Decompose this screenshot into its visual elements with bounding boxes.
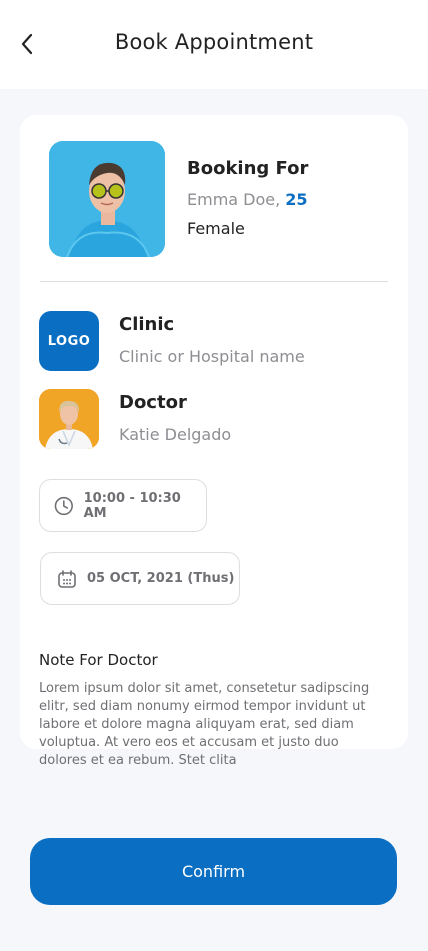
patient-avatar — [49, 141, 165, 257]
patient-gender: Female — [187, 219, 245, 238]
patient-name: Emma Doe, 25 — [187, 190, 308, 209]
doctor-avatar — [39, 389, 99, 449]
doctor-label: Doctor — [119, 392, 187, 413]
time-slot-chip[interactable]: 10:00 - 10:30 AM — [39, 479, 207, 532]
clock-icon — [54, 496, 73, 515]
app-header: Book Appointment — [0, 0, 428, 89]
patient-name-text: Emma Doe, — [187, 190, 286, 209]
doctor-name: Katie Delgado — [119, 425, 232, 444]
note-text: Lorem ipsum dolor sit amet, consetetur s… — [39, 681, 370, 768]
note-label: Note For Doctor — [39, 651, 158, 669]
booking-for-label: Booking For — [187, 158, 309, 179]
divider — [40, 281, 388, 282]
date-text: 05 OCT, 2021 (Thus) — [87, 571, 235, 586]
patient-age: 25 — [285, 190, 308, 209]
clinic-label: Clinic — [119, 314, 175, 335]
page-title: Book Appointment — [114, 30, 314, 54]
date-chip[interactable]: 05 OCT, 2021 (Thus) — [40, 552, 240, 605]
clinic-name: Clinic or Hospital name — [119, 347, 305, 366]
clinic-logo: LOGO — [39, 311, 99, 371]
confirm-button[interactable]: Confirm — [30, 838, 397, 905]
calendar-icon — [58, 569, 76, 588]
time-slot-text: 10:00 - 10:30 AM — [83, 490, 181, 521]
